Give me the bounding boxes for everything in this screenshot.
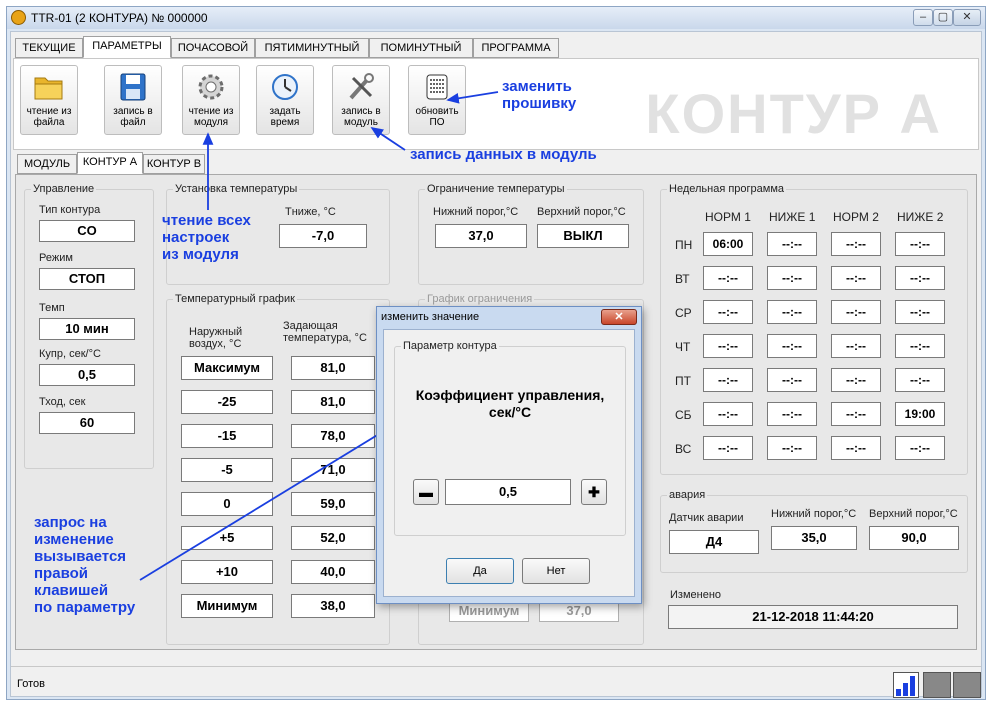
dialog-close-button[interactable]: ✕ bbox=[601, 309, 637, 325]
annotation-right-click: запрос на изменение вызывается правой кл… bbox=[34, 514, 136, 616]
no-button[interactable]: Нет bbox=[522, 558, 590, 584]
dialog-body: Параметр контура Коэффициент управления,… bbox=[383, 329, 635, 597]
edit-value-dialog: изменить значение ✕ Параметр контура Коэ… bbox=[376, 306, 642, 604]
decrement-button[interactable]: ▬ bbox=[413, 479, 439, 505]
arrow-right-click bbox=[139, 419, 404, 581]
dialog-title: изменить значение bbox=[381, 311, 480, 323]
param-value-field[interactable]: 0,5 bbox=[445, 479, 571, 505]
yes-button[interactable]: Да bbox=[446, 558, 514, 584]
increment-button[interactable]: ✚ bbox=[581, 479, 607, 505]
arrow-firmware bbox=[446, 91, 499, 104]
dialog-title-bar: изменить значение ✕ bbox=[377, 307, 641, 329]
annotation-firmware: заменить прошивку bbox=[502, 78, 577, 112]
annotation-write-data: запись данных в модуль bbox=[410, 146, 597, 163]
annotation-read-all: чтение всех настроек из модуля bbox=[162, 212, 251, 263]
param-name: Коэффициент управления, сек/°С bbox=[415, 387, 605, 420]
param-group: Параметр контура Коэффициент управления,… bbox=[394, 340, 626, 536]
arrow-write-module bbox=[370, 127, 406, 151]
param-group-label: Параметр контура bbox=[401, 340, 499, 352]
